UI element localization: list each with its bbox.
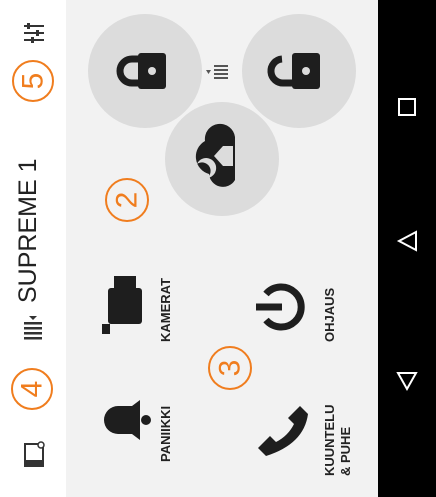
tile-label-kamerat: KAMERAT — [158, 277, 173, 342]
device-screen-icon[interactable] — [22, 440, 46, 468]
tile-label-kuuntelu: KUUNTELU — [322, 404, 337, 477]
tile-label-paniikki: PANIIKKI — [158, 405, 173, 462]
tile-ohjaus[interactable]: OHJAUS — [244, 258, 354, 358]
home-button[interactable] — [396, 229, 420, 253]
system-navigation-bar — [378, 0, 436, 497]
tile-paniikki[interactable]: PANIIKKI — [90, 378, 190, 478]
power-icon — [256, 283, 305, 331]
tile-kamerat[interactable]: KAMERAT — [90, 258, 190, 358]
badge-4: 4 — [11, 368, 53, 410]
recent-apps-icon — [398, 98, 416, 116]
page-title: SUPREME 1 — [14, 158, 42, 303]
tile-label-puhe: & PUHE — [338, 426, 353, 476]
settings-sliders-icon[interactable] — [22, 22, 46, 44]
recent-apps-button[interactable] — [397, 97, 417, 117]
back-button[interactable] — [395, 369, 419, 393]
bell-icon — [104, 400, 151, 440]
tile-label-ohjaus: OHJAUS — [322, 287, 337, 342]
app-area: SUPREME 1 5 4 2 3 KAMERAT PANIIKKI OHJAU… — [0, 0, 378, 497]
back-triangle-icon — [396, 372, 418, 392]
moon-home-cloud-icon — [195, 123, 235, 187]
badge-2: 2 — [105, 178, 149, 222]
list-switch-icon[interactable] — [22, 316, 44, 342]
camera-icon — [102, 276, 142, 334]
badge-5: 5 — [12, 60, 54, 102]
night-home-mode-button[interactable] — [165, 102, 279, 216]
tile-kuuntelu-puhe[interactable]: KUUNTELU & PUHE — [244, 378, 358, 488]
home-triangle-icon — [396, 230, 417, 252]
toggle-list-icon[interactable] — [204, 62, 230, 82]
phone-icon — [258, 406, 308, 456]
